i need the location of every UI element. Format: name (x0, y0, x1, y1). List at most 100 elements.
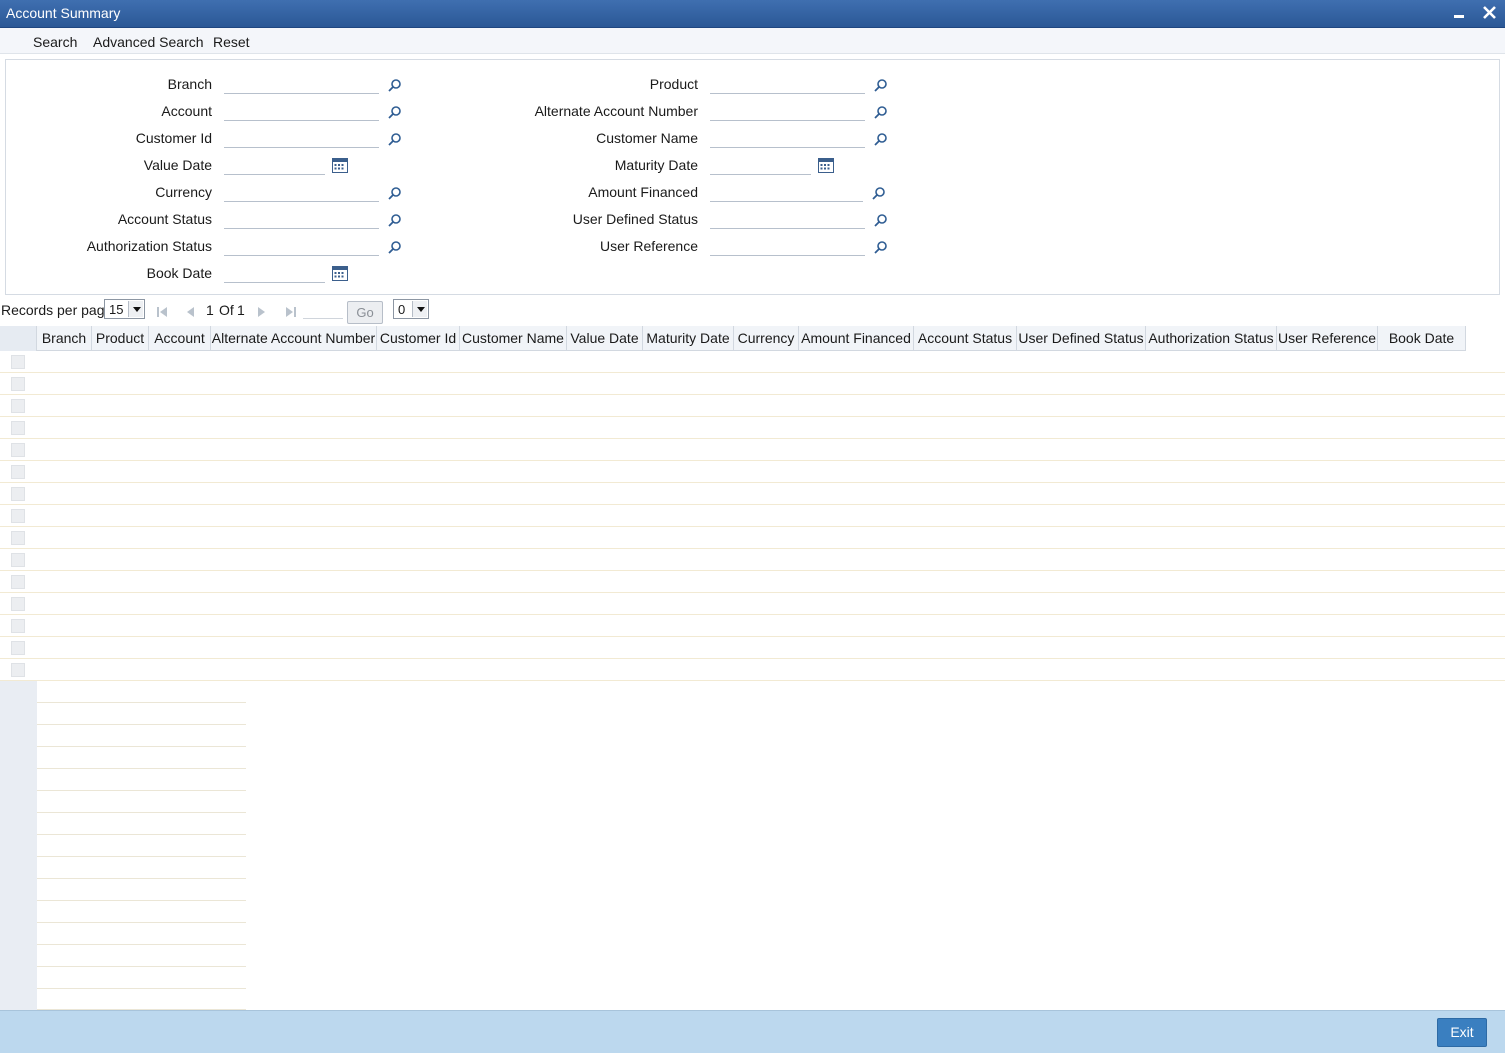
column-header-amount-financed[interactable]: Amount Financed (799, 326, 914, 351)
goto-page-field[interactable] (303, 301, 343, 319)
amount-financed-lookup-search-icon[interactable] (872, 186, 886, 200)
customer-name-lookup-search-icon[interactable] (874, 132, 888, 146)
alternate-account-number-field[interactable] (710, 103, 865, 121)
branch-field[interactable] (224, 76, 379, 94)
row-checkbox[interactable] (11, 355, 25, 369)
authorization-status-field[interactable] (224, 238, 379, 256)
table-row[interactable] (0, 373, 1505, 395)
table-row[interactable] (0, 549, 1505, 571)
previous-page-icon[interactable] (185, 306, 195, 318)
column-header-currency[interactable]: Currency (734, 326, 799, 351)
table-row[interactable] (0, 659, 1505, 681)
currency-field[interactable] (224, 184, 379, 202)
row-checkbox[interactable] (11, 377, 25, 391)
customer-name-field[interactable] (710, 130, 865, 148)
value-date-calendar-icon[interactable] (332, 158, 348, 173)
alternate-account-number-label: Alternate Account Number (534, 103, 698, 119)
records-per-page-label: Records per page (1, 302, 113, 318)
table-row[interactable] (0, 571, 1505, 593)
column-header-customer-id[interactable]: Customer Id (377, 326, 460, 351)
authorization-status-label: Authorization Status (86, 238, 212, 254)
column-header-book-date[interactable]: Book Date (1378, 326, 1466, 351)
row-checkbox[interactable] (11, 443, 25, 457)
alternate-account-number-lookup-search-icon[interactable] (874, 105, 888, 119)
amount-financed-field[interactable] (710, 184, 863, 202)
book-date-field[interactable] (224, 265, 325, 283)
row-checkbox[interactable] (11, 553, 25, 567)
account-status-label: Account Status (117, 211, 212, 227)
account-status-lookup-search-icon[interactable] (388, 213, 402, 227)
column-header-account[interactable]: Account (149, 326, 211, 351)
currency-lookup-search-icon[interactable] (388, 186, 402, 200)
row-checkbox[interactable] (11, 531, 25, 545)
customer-id-lookup-search-icon[interactable] (388, 132, 402, 146)
column-header-value-date[interactable]: Value Date (567, 326, 643, 351)
table-row[interactable] (0, 593, 1505, 615)
row-checkbox[interactable] (11, 619, 25, 633)
column-header-alternate-account-number[interactable]: Alternate Account Number (211, 326, 377, 351)
maturity-date-calendar-icon[interactable] (818, 158, 834, 173)
product-lookup-search-icon[interactable] (874, 78, 888, 92)
search-button[interactable]: Search (33, 34, 77, 50)
account-field[interactable] (224, 103, 379, 121)
column-header-user-reference[interactable]: User Reference (1277, 326, 1378, 351)
authorization-status-lookup-search-icon[interactable] (388, 240, 402, 254)
maturity-date-field[interactable] (710, 157, 811, 175)
row-checkbox[interactable] (11, 399, 25, 413)
column-header-product[interactable]: Product (92, 326, 149, 351)
value-date-field[interactable] (224, 157, 325, 175)
table-row[interactable] (0, 527, 1505, 549)
table-row[interactable] (0, 461, 1505, 483)
table-row[interactable] (0, 417, 1505, 439)
row-checkbox[interactable] (11, 575, 25, 589)
column-header-authorization-status[interactable]: Authorization Status (1146, 326, 1277, 351)
row-checkbox[interactable] (11, 487, 25, 501)
branch-label: Branch (167, 76, 212, 92)
branch-lookup-search-icon[interactable] (388, 78, 402, 92)
column-header-customer-name[interactable]: Customer Name (460, 326, 567, 351)
exit-button[interactable]: Exit (1437, 1018, 1487, 1047)
column-header-branch[interactable]: Branch (37, 326, 92, 351)
select-all-header[interactable] (0, 326, 37, 351)
next-page-icon[interactable] (257, 306, 267, 318)
last-page-icon[interactable] (285, 306, 297, 318)
row-checkbox[interactable] (11, 465, 25, 479)
column-header-user-defined-status[interactable]: User Defined Status (1017, 326, 1146, 351)
table-row[interactable] (0, 637, 1505, 659)
user-reference-field[interactable] (710, 238, 865, 256)
table-row[interactable] (0, 395, 1505, 417)
account-lookup-search-icon[interactable] (388, 105, 402, 119)
table-row[interactable] (0, 439, 1505, 461)
product-field[interactable] (710, 76, 865, 94)
first-page-icon[interactable] (156, 306, 168, 318)
user-defined-status-lookup-search-icon[interactable] (874, 213, 888, 227)
close-icon[interactable] (1480, 3, 1500, 23)
currency-label: Currency (155, 184, 212, 200)
table-row[interactable] (0, 483, 1505, 505)
row-checkbox[interactable] (11, 663, 25, 677)
column-header-maturity-date[interactable]: Maturity Date (643, 326, 734, 351)
row-checkbox[interactable] (11, 509, 25, 523)
row-checkbox[interactable] (11, 641, 25, 655)
customer-id-field[interactable] (224, 130, 379, 148)
user-defined-status-field[interactable] (710, 211, 865, 229)
book-date-calendar-icon[interactable] (332, 266, 348, 281)
account-status-field[interactable] (224, 211, 379, 229)
row-checkbox[interactable] (11, 597, 25, 611)
filler-row (0, 989, 246, 1010)
filler-row (0, 813, 246, 835)
minimize-icon[interactable] (1450, 3, 1470, 23)
records-per-page-select[interactable]: 15 (104, 299, 145, 319)
goto-select[interactable]: 0 (393, 299, 429, 319)
table-row[interactable] (0, 505, 1505, 527)
reset-button[interactable]: Reset (213, 34, 250, 50)
column-header-account-status[interactable]: Account Status (914, 326, 1017, 351)
filler-row (0, 747, 246, 769)
advanced-search-button[interactable]: Advanced Search (93, 34, 204, 50)
table-row[interactable] (0, 615, 1505, 637)
filler-row (0, 901, 246, 923)
row-checkbox[interactable] (11, 421, 25, 435)
table-row[interactable] (0, 351, 1505, 373)
go-button[interactable]: Go (347, 301, 383, 324)
user-reference-lookup-search-icon[interactable] (874, 240, 888, 254)
